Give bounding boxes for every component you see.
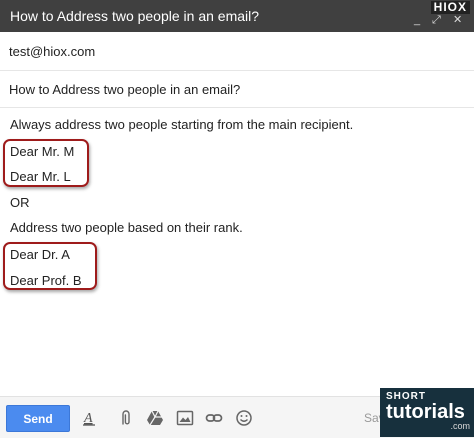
- to-value: test@hiox.com: [9, 44, 96, 59]
- format-text-icon[interactable]: A: [80, 409, 98, 427]
- highlight-box: [3, 242, 97, 290]
- compose-titlebar: How to Address two people in an email? _…: [0, 0, 474, 32]
- close-icon[interactable]: ✕: [453, 14, 462, 26]
- window-title: How to Address two people in an email?: [10, 8, 260, 24]
- highlight-box: [3, 139, 89, 187]
- drive-icon[interactable]: [146, 409, 164, 427]
- minimize-icon[interactable]: _: [414, 14, 420, 26]
- shorttutorials-logo: SHORT tutorials .com: [380, 388, 474, 437]
- subject-field[interactable]: How to Address two people in an email?: [0, 71, 474, 107]
- brand-tutorials: tutorials: [386, 401, 465, 423]
- hiox-logo: HIOX: [430, 1, 470, 14]
- body-line: Always address two people starting from …: [10, 117, 354, 132]
- emoji-icon[interactable]: [235, 409, 253, 427]
- attach-icon[interactable]: [117, 409, 135, 427]
- or-line: OR: [10, 195, 30, 210]
- photo-icon[interactable]: [176, 409, 194, 427]
- to-field[interactable]: test@hiox.com: [0, 32, 474, 70]
- popout-icon[interactable]: ⤢: [432, 14, 441, 26]
- subject-value: How to Address two people in an email?: [9, 82, 241, 97]
- brand-com: .com: [450, 421, 470, 431]
- link-icon[interactable]: [205, 409, 223, 427]
- send-button[interactable]: Send: [6, 405, 70, 432]
- svg-text:A: A: [83, 411, 93, 426]
- body-line: Address two people based on their rank.: [10, 220, 243, 235]
